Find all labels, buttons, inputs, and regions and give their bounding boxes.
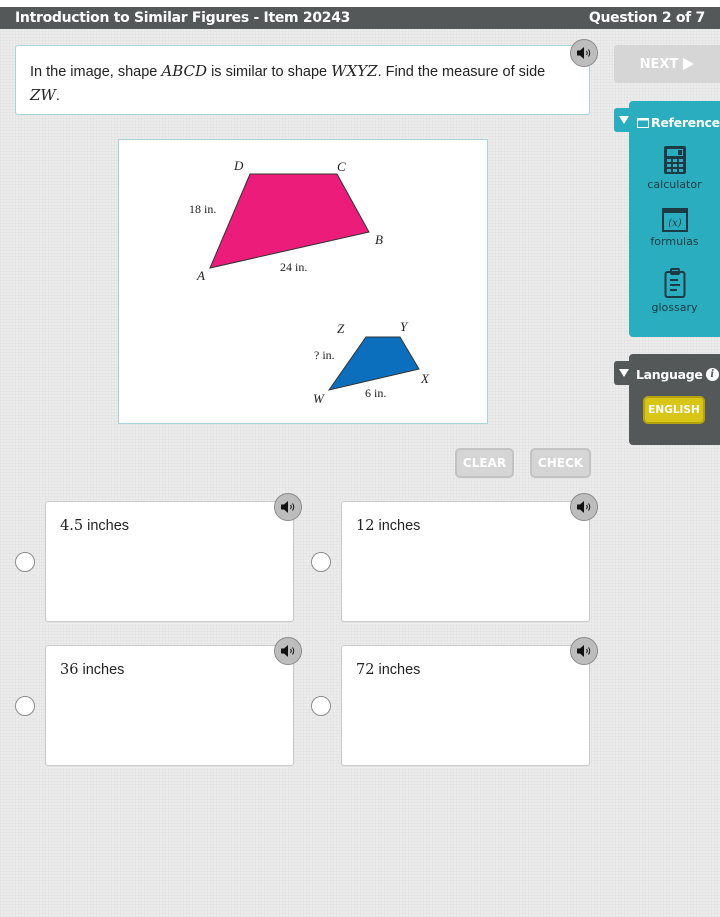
side-zw: ZW bbox=[30, 86, 56, 104]
svg-text:(x): (x) bbox=[668, 218, 682, 229]
calculator-icon bbox=[663, 146, 686, 174]
vertex-label-y: Y bbox=[400, 319, 409, 334]
choice-value: 36 bbox=[60, 662, 79, 678]
lesson-title: Introduction to Similar Figures - Item 2… bbox=[15, 10, 351, 26]
info-icon[interactable]: i bbox=[705, 368, 719, 381]
calculator-label: calculator bbox=[647, 178, 702, 191]
speaker-icon bbox=[281, 645, 295, 657]
shape-wxyz-polygon bbox=[327, 336, 420, 391]
choice-value: 4.5 bbox=[60, 518, 84, 534]
vertex-label-c: C bbox=[337, 159, 346, 174]
choice-radio-3[interactable] bbox=[15, 696, 35, 716]
speaker-icon bbox=[281, 501, 295, 513]
language-select-button[interactable]: ENGLISH bbox=[643, 396, 705, 424]
clipboard-icon bbox=[664, 268, 685, 298]
question-progress: Question 2 of 7 bbox=[588, 10, 705, 26]
prompt-text: is similar to shape bbox=[207, 64, 332, 80]
shape-abcd: ABCD bbox=[161, 62, 208, 80]
choice-radio-4[interactable] bbox=[311, 696, 331, 716]
choice-radio-2[interactable] bbox=[311, 552, 331, 572]
header-bar: Introduction to Similar Figures - Item 2… bbox=[0, 7, 720, 29]
vertex-label-z: Z bbox=[337, 321, 345, 336]
formula-window-icon bbox=[637, 117, 649, 128]
prompt-text: In the image, shape bbox=[30, 64, 162, 80]
choice-audio-button-2[interactable] bbox=[570, 493, 598, 521]
choice-unit: inches bbox=[374, 662, 421, 678]
choice-card-2[interactable]: 12 inches bbox=[341, 501, 590, 622]
formulas-label: formulas bbox=[650, 235, 699, 248]
reference-title: Reference bbox=[637, 115, 720, 130]
reference-item-glossary[interactable]: glossary bbox=[629, 268, 720, 314]
play-triangle-icon bbox=[683, 58, 695, 70]
vertex-label-b: B bbox=[375, 232, 383, 247]
side-label-wx: 6 in. bbox=[365, 386, 386, 400]
glossary-label: glossary bbox=[651, 301, 698, 314]
next-label: NEXT bbox=[639, 56, 679, 72]
speaker-icon bbox=[577, 47, 591, 59]
top-strip bbox=[0, 0, 720, 7]
choice-audio-button-4[interactable] bbox=[570, 637, 598, 665]
choice-unit: inches bbox=[374, 518, 421, 534]
reference-item-calculator[interactable]: calculator bbox=[629, 145, 720, 191]
vertex-label-w: W bbox=[313, 391, 325, 406]
question-audio-button[interactable] bbox=[570, 39, 598, 67]
similar-figures-image: D C B A 18 in. 24 in. Z Y X W ? in. 6 in… bbox=[118, 139, 488, 424]
prompt-text: . bbox=[55, 88, 60, 104]
clear-button[interactable]: CLEAR bbox=[455, 448, 514, 478]
side-label-ab: 24 in. bbox=[280, 260, 307, 274]
choice-card-4[interactable]: 72 inches bbox=[341, 645, 590, 766]
language-title-text: Language bbox=[636, 367, 703, 382]
choice-unit: inches bbox=[83, 518, 130, 534]
shape-wxyz: WXYZ bbox=[331, 62, 378, 80]
speaker-icon bbox=[577, 645, 591, 657]
reference-item-formulas[interactable]: (x) formulas bbox=[629, 208, 720, 248]
choice-card-3[interactable]: 36 inches bbox=[45, 645, 294, 766]
vertex-label-a: A bbox=[196, 268, 205, 283]
language-title: Language i bbox=[636, 367, 719, 382]
choice-value: 72 bbox=[356, 662, 375, 678]
shape-abcd-polygon bbox=[209, 173, 370, 269]
language-panel: Language i ENGLISH bbox=[629, 354, 720, 445]
choice-card-1[interactable]: 4.5 inches bbox=[45, 501, 294, 622]
reference-panel: Reference calculator (x) formulas glossa… bbox=[629, 101, 720, 337]
choice-unit: inches bbox=[78, 662, 125, 678]
triangle-down-icon bbox=[619, 116, 629, 124]
side-label-da: 18 in. bbox=[189, 202, 216, 216]
formulas-icon: (x) bbox=[661, 208, 688, 232]
check-button[interactable]: CHECK bbox=[530, 448, 591, 478]
choice-audio-button-1[interactable] bbox=[274, 493, 302, 521]
next-button[interactable]: NEXT bbox=[614, 45, 720, 83]
choice-audio-button-3[interactable] bbox=[274, 637, 302, 665]
vertex-label-x: X bbox=[420, 371, 430, 386]
reference-title-text: Reference bbox=[651, 115, 720, 130]
vertex-label-d: D bbox=[233, 158, 244, 173]
choice-value: 12 bbox=[356, 518, 375, 534]
choice-radio-1[interactable] bbox=[15, 552, 35, 572]
triangle-down-icon bbox=[619, 369, 629, 377]
question-prompt: In the image, shape ABCD is similar to s… bbox=[15, 45, 590, 115]
speaker-icon bbox=[577, 501, 591, 513]
side-label-zw: ? in. bbox=[314, 348, 335, 362]
prompt-text: . Find the measure of side bbox=[377, 64, 546, 80]
